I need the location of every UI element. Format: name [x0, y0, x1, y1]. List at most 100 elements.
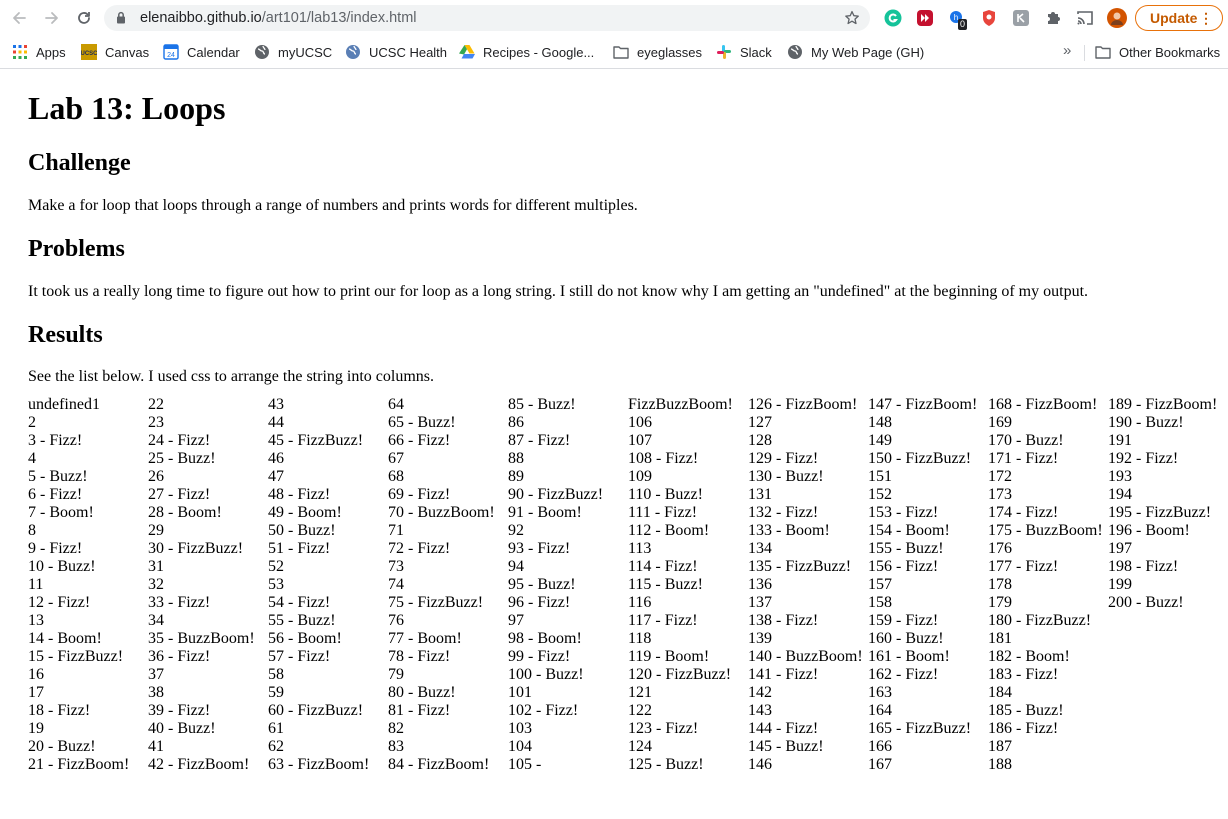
result-item: 129 - Fizz! — [748, 450, 819, 467]
bookmark-my-web-page[interactable]: My Web Page (GH) — [787, 42, 924, 62]
result-item: 35 - BuzzBoom! — [148, 630, 255, 647]
back-button[interactable] — [6, 6, 32, 30]
grammarly-extension-icon[interactable] — [883, 8, 903, 28]
address-bar[interactable]: elenaibbo.github.io/art101/lab13/index.h… — [104, 5, 870, 31]
result-item: 43 — [268, 396, 284, 413]
shield-extension-icon[interactable] — [979, 8, 999, 28]
bookmark-label: eyeglasses — [637, 44, 703, 60]
bookmark-slack[interactable]: Slack — [716, 42, 772, 62]
result-item: 138 - Fizz! — [748, 612, 819, 629]
result-item: 181 — [988, 630, 1012, 647]
result-item: 165 - FizzBuzz! — [868, 720, 972, 737]
bookmark-apps[interactable]: Apps — [12, 42, 66, 62]
result-item: 4 — [28, 450, 36, 467]
result-item: 113 — [628, 540, 652, 557]
apps-grid-icon — [12, 44, 28, 60]
problems-text: It took us a really long time to figure … — [28, 283, 1089, 300]
reload-icon — [78, 12, 90, 24]
folder-icon — [613, 44, 629, 60]
result-item: 72 - Fizz! — [388, 540, 451, 557]
result-item: 90 - FizzBuzz! — [508, 486, 604, 503]
result-item: 145 - Buzz! — [748, 738, 824, 755]
forward-button[interactable] — [39, 6, 65, 30]
result-item: 164 — [868, 702, 892, 719]
result-item: 130 - Buzz! — [748, 468, 824, 485]
update-button[interactable]: Update ⋮ — [1135, 5, 1223, 31]
result-item: 75 - FizzBuzz! — [388, 594, 484, 611]
result-item: 63 - FizzBoom! — [268, 756, 370, 773]
result-item: 53 — [268, 576, 284, 593]
result-item: 34 — [148, 612, 164, 629]
result-item: 131 — [748, 486, 772, 503]
cast-icon[interactable] — [1075, 8, 1095, 28]
url-text[interactable]: elenaibbo.github.io/art101/lab13/index.h… — [140, 5, 417, 31]
url-path: /art101/lab13/index.html — [261, 10, 417, 26]
result-item: 23 — [148, 414, 164, 431]
result-item: 111 - Fizz! — [628, 504, 698, 521]
result-item: 107 — [628, 432, 652, 449]
result-item: 94 — [508, 558, 524, 575]
result-item: 119 - Boom! — [628, 648, 710, 665]
result-item: 127 — [748, 414, 772, 431]
ucsc-icon: UCSC — [81, 44, 97, 60]
result-item: 142 — [748, 684, 772, 701]
result-item: 27 - Fizz! — [148, 486, 211, 503]
result-item: 17 — [28, 684, 44, 701]
bookmark-star-icon[interactable] — [844, 10, 860, 31]
media-extension-icon[interactable] — [915, 8, 935, 28]
reload-button[interactable] — [71, 6, 97, 30]
result-item: 182 - Boom! — [988, 648, 1070, 665]
bookmark-other-bookmarks[interactable]: Other Bookmarks — [1095, 42, 1220, 62]
result-item: 20 - Buzz! — [28, 738, 96, 755]
browser-toolbar: elenaibbo.github.io/art101/lab13/index.h… — [0, 0, 1228, 36]
result-item: 160 - Buzz! — [868, 630, 944, 647]
result-item: 54 - Fizz! — [268, 594, 331, 611]
puzzle-extensions-icon[interactable] — [1043, 8, 1063, 28]
result-item: 109 — [628, 468, 652, 485]
result-item: 55 - Buzz! — [268, 612, 336, 629]
result-item: 114 - Fizz! — [628, 558, 698, 575]
tab-counter-extension-icon[interactable]: h 0 — [947, 8, 968, 30]
bookmark-eyeglasses[interactable]: eyeglasses — [613, 42, 702, 62]
result-item: 124 — [628, 738, 652, 755]
globe-icon — [787, 44, 803, 60]
result-item: 84 - FizzBoom! — [388, 756, 490, 773]
bookmark-recipes[interactable]: Recipes - Google... — [459, 42, 594, 62]
result-item: 77 - Boom! — [388, 630, 462, 647]
gray-extension-icon[interactable] — [1011, 8, 1031, 28]
result-item: 169 — [988, 414, 1012, 431]
bookmark-calendar[interactable]: 24 Calendar — [163, 42, 240, 62]
result-item: 117 - Fizz! — [628, 612, 698, 629]
result-item: 143 — [748, 702, 772, 719]
result-item: 78 - Fizz! — [388, 648, 451, 665]
result-item: 167 — [868, 756, 892, 773]
result-item: 89 — [508, 468, 524, 485]
bookmark-ucsc-health[interactable]: UCSC Health — [345, 42, 447, 62]
result-item: 128 — [748, 432, 772, 449]
result-item: 101 — [508, 684, 532, 701]
result-item: 188 — [988, 756, 1012, 773]
result-item: 146 — [748, 756, 772, 773]
result-item: 51 - Fizz! — [268, 540, 331, 557]
problems-heading: Problems — [28, 236, 125, 262]
profile-avatar[interactable] — [1107, 8, 1127, 28]
result-item: 42 - FizzBoom! — [148, 756, 250, 773]
bookmark-label: myUCSC — [278, 44, 333, 60]
bookmark-canvas[interactable]: UCSC Canvas — [81, 42, 149, 62]
result-item: 195 - FizzBuzz! — [1108, 504, 1212, 521]
result-item: 191 — [1108, 432, 1132, 449]
result-item: 172 — [988, 468, 1012, 485]
result-item: 112 - Boom! — [628, 522, 710, 539]
bookmark-myucsc[interactable]: myUCSC — [254, 42, 332, 62]
result-item: 81 - Fizz! — [388, 702, 451, 719]
result-item: 179 — [988, 594, 1012, 611]
result-item: 152 — [868, 486, 892, 503]
bookmark-label: Slack — [740, 44, 772, 60]
bookmarks-overflow-button[interactable]: » — [1063, 42, 1071, 59]
result-item: 132 - Fizz! — [748, 504, 819, 521]
result-item: 177 - Fizz! — [988, 558, 1059, 575]
result-item: 110 - Buzz! — [628, 486, 703, 503]
back-arrow-icon — [13, 12, 26, 24]
result-item: 102 - Fizz! — [508, 702, 579, 719]
result-item: 76 — [388, 612, 404, 629]
